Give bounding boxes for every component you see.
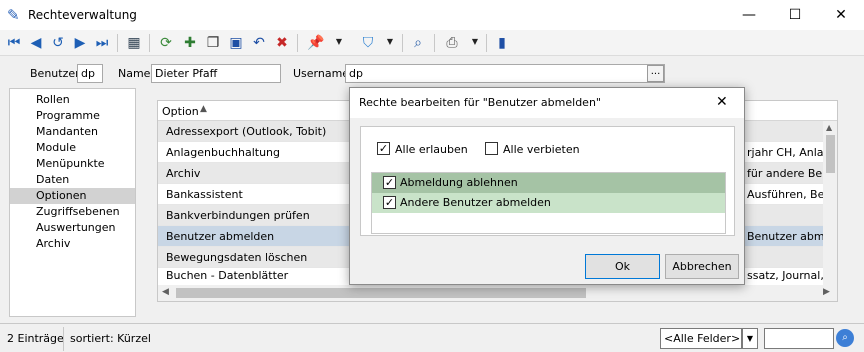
pin-icon[interactable]: 📌	[307, 34, 325, 52]
name-field[interactable]: Dieter Pfaff	[151, 64, 281, 83]
rights-dialog: Rechte bearbeiten für "Benutzer abmelden…	[349, 87, 745, 285]
deny-all-checkbox[interactable]	[485, 142, 498, 155]
rights-item-checkbox[interactable]: ✓	[383, 196, 396, 209]
maximize-button[interactable]: ☐	[772, 0, 818, 30]
rights-list: ✓ Abmeldung ablehnen ✓ Andere Benutzer a…	[371, 172, 726, 234]
toolbar-separator	[434, 34, 435, 52]
nav-item-optionen[interactable]: Optionen	[10, 188, 135, 204]
minimize-button[interactable]: —	[726, 0, 772, 30]
row-label: Buchen - Datenblätter	[166, 269, 289, 282]
allow-all-checkbox[interactable]: ✓	[377, 142, 390, 155]
category-list: Rollen Programme Mandanten Module Menüpu…	[9, 88, 136, 317]
nav-item-menuepunkte[interactable]: Menüpunkte	[10, 156, 135, 172]
sort-status: sortiert: Kürzel	[70, 332, 151, 345]
scroll-up-icon[interactable]: ▲	[826, 123, 832, 132]
row-rights: Benutzer abmel	[747, 230, 835, 243]
rights-panel: ✓ Alle erlauben Alle verbieten ✓ Abmeldu…	[360, 126, 735, 236]
row-rights: Ausführen, Bea	[747, 188, 832, 201]
search-record-icon[interactable]: ⌕	[409, 34, 427, 52]
toolbar-separator	[297, 34, 298, 52]
row-label: Bankassistent	[166, 188, 243, 201]
toolbar-separator	[117, 34, 118, 52]
benutzer-field[interactable]: dp	[77, 64, 103, 83]
browse-button[interactable]: ...	[647, 65, 664, 82]
nav-item-mandanten[interactable]: Mandanten	[10, 124, 135, 140]
toolbar-separator	[402, 34, 403, 52]
nav-item-rollen[interactable]: Rollen	[10, 92, 135, 108]
ok-button[interactable]: Ok	[585, 254, 660, 279]
search-input[interactable]	[764, 328, 834, 349]
new-record-icon[interactable]: ✚	[181, 34, 199, 52]
last-record-icon[interactable]: ⏭	[93, 34, 111, 52]
scroll-left-icon[interactable]: ◀	[162, 287, 169, 297]
nav-item-archiv[interactable]: Archiv	[10, 236, 135, 252]
rights-item[interactable]: ✓ Abmeldung ablehnen	[372, 173, 725, 193]
scroll-thumb[interactable]	[826, 135, 835, 173]
undo-icon[interactable]: ↶	[250, 34, 268, 52]
row-rights: ssatz, Journal, K	[747, 269, 835, 282]
toolbar-separator	[149, 34, 150, 52]
copy-icon[interactable]: ❐	[204, 34, 222, 52]
nav-item-module[interactable]: Module	[10, 140, 135, 156]
username-field[interactable]: dp	[345, 64, 665, 83]
print-dropdown-icon[interactable]: ▼	[471, 38, 479, 46]
pin-dropdown-icon[interactable]: ▼	[335, 38, 343, 46]
dialog-title: Rechte bearbeiten für "Benutzer abmelden…	[359, 96, 601, 109]
username-label: Username	[293, 67, 350, 80]
rights-item-label: Abmeldung ablehnen	[400, 176, 518, 189]
row-label: Archiv	[166, 167, 201, 180]
name-label: Name	[118, 67, 151, 80]
grid-horizontal-scrollbar[interactable]: ◀ ▶	[158, 285, 837, 301]
record-count: 2 Einträge	[7, 332, 64, 345]
toolbar-separator	[486, 34, 487, 52]
toolbar: ⏮ ◀ ↺ ▶ ⏭ ▦ ⟳ ✚ ❐ ▣ ↶ ✖ 📌 ▼ ⛉ ▼ ⌕ ⎙ ▼ ▮	[0, 30, 864, 56]
field-filter-combo[interactable]: <Alle Felder>	[660, 328, 742, 349]
row-label: Adressexport (Outlook, Tobit)	[166, 125, 327, 138]
table-view-icon[interactable]: ▦	[125, 34, 143, 52]
row-label: Bankverbindungen prüfen	[166, 209, 310, 222]
window-title: Rechteverwaltung	[28, 8, 137, 22]
row-label: Bewegungsdaten löschen	[166, 251, 308, 264]
search-icon[interactable]: ⌕	[836, 329, 854, 347]
bookmark-icon[interactable]: ▮	[493, 34, 511, 52]
previous-record-icon[interactable]: ◀	[27, 34, 45, 52]
print-icon[interactable]: ⎙	[443, 34, 461, 52]
nav-item-daten[interactable]: Daten	[10, 172, 135, 188]
first-record-icon[interactable]: ⏮	[5, 34, 23, 52]
rights-item[interactable]: ✓ Andere Benutzer abmelden	[372, 193, 725, 213]
filter-icon[interactable]: ⛉	[359, 34, 377, 52]
filter-dropdown-icon[interactable]: ▼	[386, 38, 394, 46]
benutzer-label: Benutzer	[30, 67, 80, 80]
row-label: Benutzer abmelden	[166, 230, 275, 243]
nav-item-programme[interactable]: Programme	[10, 108, 135, 124]
next-record-icon[interactable]: ▶	[71, 34, 89, 52]
dialog-close-button[interactable]: ✕	[716, 94, 728, 110]
row-label: Anlagenbuchhaltung	[166, 146, 280, 159]
delete-icon[interactable]: ✖	[273, 34, 291, 52]
cancel-button[interactable]: Abbrechen	[665, 254, 739, 279]
refresh-back-icon[interactable]: ↺	[49, 34, 67, 52]
nav-item-auswertungen[interactable]: Auswertungen	[10, 220, 135, 236]
rights-item-checkbox[interactable]: ✓	[383, 176, 396, 189]
status-bar: 2 Einträge sortiert: Kürzel <Alle Felder…	[0, 323, 864, 352]
sort-ascending-icon: ▲	[200, 104, 207, 114]
scroll-right-icon[interactable]: ▶	[823, 287, 830, 297]
save-icon[interactable]: ▣	[227, 34, 245, 52]
dialog-title-bar: Rechte bearbeiten für "Benutzer abmelden…	[350, 88, 744, 118]
title-bar: ✎ Rechteverwaltung — ☐ ✕	[0, 0, 864, 30]
horizontal-scroll-thumb[interactable]	[176, 288, 586, 298]
app-feather-icon: ✎	[7, 6, 20, 24]
column-header-option[interactable]: Option	[162, 105, 199, 118]
allow-all-label: Alle erlauben	[395, 143, 468, 156]
combo-dropdown-icon[interactable]: ▼	[742, 328, 758, 349]
deny-all-label: Alle verbieten	[503, 143, 580, 156]
close-button[interactable]: ✕	[818, 0, 864, 30]
reload-icon[interactable]: ⟳	[157, 34, 175, 52]
rights-item-label: Andere Benutzer abmelden	[400, 196, 551, 209]
grid-vertical-scrollbar[interactable]: ▲	[823, 121, 837, 301]
status-separator	[63, 327, 64, 351]
nav-item-zugriffsebenen[interactable]: Zugriffsebenen	[10, 204, 135, 220]
